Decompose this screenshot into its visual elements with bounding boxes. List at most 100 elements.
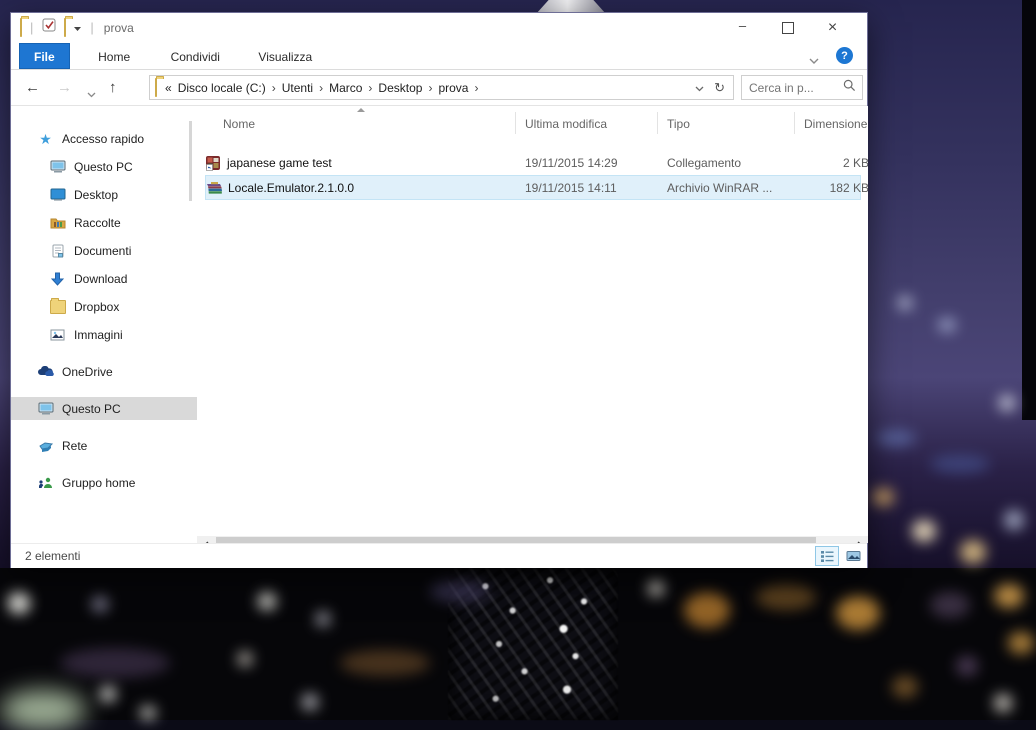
bokeh-light [956,656,978,676]
qat-separator: | [30,20,34,35]
bokeh-light [756,584,816,610]
help-button[interactable]: ? [836,47,853,64]
titlebar[interactable]: | | prova – × [11,13,867,43]
up-button[interactable]: ↑ [109,79,117,96]
bokeh-light [0,690,86,730]
column-divider[interactable] [794,112,795,134]
this-pc-icon [49,160,66,173]
forward-button[interactable]: → [57,79,72,96]
horizontal-scrollbar[interactable] [197,536,868,543]
network-icon [37,440,54,452]
search-input[interactable] [742,80,843,95]
bokeh-light [960,540,986,564]
scroll-right-arrow-icon[interactable] [851,536,868,543]
background-right-edge [1022,0,1036,420]
bokeh-light [994,584,1024,608]
breadcrumb-segment-marco[interactable]: Marco [329,81,362,95]
bokeh-light [430,580,490,602]
bokeh-light [302,694,318,710]
bokeh-light [316,612,330,626]
navigation-pane: ★ Accesso rapido Questo PC Desktop Racco… [11,106,223,543]
tab-condividi[interactable]: Condividi [157,44,234,70]
breadcrumb-separator[interactable]: › [362,81,378,95]
address-dropdown-chevron-icon[interactable] [695,79,704,97]
details-view-button[interactable] [815,546,839,566]
search-box[interactable] [741,75,863,100]
quick-access-star-icon: ★ [39,130,52,147]
breadcrumb-segment-desktop[interactable]: Desktop [378,81,422,95]
sidebar-item-questo-pc[interactable]: Questo PC [11,397,223,420]
search-icon [843,79,856,97]
back-button[interactable]: ← [25,79,40,96]
column-divider[interactable] [515,112,516,134]
window-folder-icon [20,18,22,37]
bokeh-light [999,395,1015,411]
column-header-ultima-modifica[interactable]: Ultima modifica [525,117,607,131]
qat-customize-chevron-icon[interactable] [73,20,82,38]
bokeh-light [930,592,970,618]
bokeh-light [8,592,30,614]
bokeh-light [898,296,912,310]
tab-home[interactable]: Home [84,44,144,70]
bokeh-light [1008,632,1034,654]
window-title: prova [103,21,134,35]
this-pc-icon [37,402,54,415]
breadcrumb-separator[interactable]: › [468,81,484,95]
breadcrumb-segment-prova[interactable]: prova [438,81,468,95]
bokeh-light [876,430,916,446]
bokeh-light [60,648,170,678]
item-count: 2 elementi [25,549,81,563]
recent-locations-chevron-icon[interactable] [87,85,96,103]
file-type: Collegamento [667,156,742,170]
column-header-nome[interactable]: Nome [223,117,255,131]
column-divider[interactable] [657,112,658,134]
address-bar[interactable]: « Disco locale (C:) › Utenti › Marco › D… [149,75,734,100]
sort-ascending-icon [357,108,365,112]
documents-icon [49,244,66,258]
close-button[interactable]: × [810,14,855,43]
large-icons-view-button[interactable] [841,546,865,566]
column-header-dimensione[interactable]: Dimensione [804,117,867,131]
file-size: 182 KB [829,181,868,195]
onedrive-icon [37,366,54,377]
refresh-icon[interactable]: ↻ [714,80,725,96]
navigation-bar: ← → ↑ « Disco locale (C:) › Utenti › Mar… [11,70,867,106]
breadcrumb-overflow[interactable]: « [165,81,172,95]
breadcrumb-separator[interactable]: › [313,81,329,95]
sidebar-item-rete[interactable]: Rete [11,434,223,457]
scroll-left-arrow-icon[interactable] [197,536,214,543]
desktop-icon [49,188,66,201]
bokeh-light [836,596,880,630]
sidebar-item-onedrive[interactable]: OneDrive [11,360,223,383]
bokeh-light [938,318,956,332]
minimize-button[interactable]: – [720,14,765,43]
ribbon-tab-bar: File Home Condividi Visualizza ? [11,43,867,70]
file-explorer-window: | | prova – × File Home Condividi Visual… [10,12,868,568]
sidebar-item-gruppo-home[interactable]: Gruppo home [11,471,223,494]
bokeh-light [1004,510,1024,530]
file-type: Archivio WinRAR ... [667,181,773,195]
bokeh-light [92,596,108,612]
breadcrumb-separator[interactable]: › [266,81,282,95]
qat-new-folder-icon[interactable] [64,18,67,37]
bokeh-light [684,592,730,628]
bokeh-light [892,676,918,698]
breadcrumb-segment-utenti[interactable]: Utenti [282,81,313,95]
bokeh-light [648,580,664,596]
sidebar-scrollbar[interactable] [189,121,192,201]
ribbon-expand-chevron-icon[interactable] [809,52,819,70]
column-header-tipo[interactable]: Tipo [667,117,690,131]
bokeh-light [258,592,276,610]
pictures-icon [49,329,66,341]
breadcrumb-separator[interactable]: › [422,81,438,95]
breadcrumb-segment-disco-locale[interactable]: Disco locale (C:) [178,81,266,95]
homegroup-icon [37,476,54,489]
file-size: 2 KB [842,156,868,170]
qat-separator: | [90,20,94,35]
qat-properties-icon[interactable] [42,18,57,38]
tab-file[interactable]: File [19,43,70,69]
maximize-button[interactable] [765,14,810,43]
file-modified: 19/11/2015 14:29 [525,156,618,170]
tab-visualizza[interactable]: Visualizza [244,44,326,70]
bokeh-light [100,686,116,702]
